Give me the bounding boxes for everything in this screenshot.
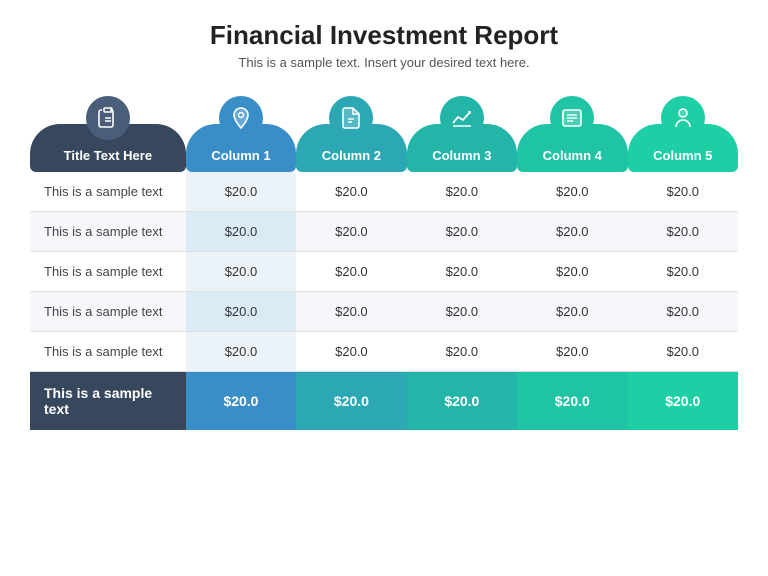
row-value: $20.0 (186, 172, 296, 212)
row-value: $20.0 (186, 212, 296, 252)
row-value: $20.0 (517, 252, 627, 292)
row-value: $20.0 (517, 212, 627, 252)
table-row: This is a sample text$20.0$20.0$20.0$20.… (30, 252, 738, 292)
row-value: $20.0 (296, 252, 406, 292)
row-value: $20.0 (186, 252, 296, 292)
summary-value: $20.0 (628, 372, 739, 431)
table-body: This is a sample text$20.0$20.0$20.0$20.… (30, 172, 738, 430)
row-value: $20.0 (296, 332, 406, 372)
row-value: $20.0 (186, 292, 296, 332)
col5-icon (661, 96, 705, 140)
row-value: $20.0 (628, 332, 739, 372)
summary-value: $20.0 (296, 372, 406, 431)
page-title: Financial Investment Report (210, 20, 558, 51)
row-label: This is a sample text (30, 332, 186, 372)
row-value: $20.0 (296, 212, 406, 252)
row-value: $20.0 (517, 172, 627, 212)
column-3-header: Column 3 (407, 88, 517, 172)
column-1-header: Column 1 (186, 88, 296, 172)
table-row: This is a sample text$20.0$20.0$20.0$20.… (30, 172, 738, 212)
summary-value: $20.0 (186, 372, 296, 431)
row-value: $20.0 (407, 252, 517, 292)
title-column-header: Title Text Here (30, 88, 186, 172)
column-5-header: Column 5 (628, 88, 739, 172)
summary-value: $20.0 (407, 372, 517, 431)
data-table: Title Text Here Column 1 (30, 88, 738, 430)
pin-icon (229, 106, 253, 130)
summary-value: $20.0 (517, 372, 627, 431)
table-row: This is a sample text$20.0$20.0$20.0$20.… (30, 332, 738, 372)
clipboard-icon (96, 106, 120, 130)
row-value: $20.0 (186, 332, 296, 372)
title-column-icon (86, 96, 130, 140)
row-value: $20.0 (628, 212, 739, 252)
row-value: $20.0 (296, 292, 406, 332)
column-4-header: Column 4 (517, 88, 627, 172)
row-value: $20.0 (628, 172, 739, 212)
row-value: $20.0 (517, 292, 627, 332)
list-icon (560, 106, 584, 130)
column-2-header: Column 2 (296, 88, 406, 172)
row-value: $20.0 (517, 332, 627, 372)
row-value: $20.0 (407, 212, 517, 252)
table-wrapper: Title Text Here Column 1 (30, 88, 738, 430)
row-value: $20.0 (407, 292, 517, 332)
col3-icon (440, 96, 484, 140)
table-row: This is a sample text$20.0$20.0$20.0$20.… (30, 212, 738, 252)
chart-icon (450, 106, 474, 130)
row-value: $20.0 (628, 252, 739, 292)
row-value: $20.0 (296, 172, 406, 212)
page-subtitle: This is a sample text. Insert your desir… (238, 55, 529, 70)
col1-icon (219, 96, 263, 140)
file-icon (339, 106, 363, 130)
row-label: This is a sample text (30, 252, 186, 292)
header-row: Title Text Here Column 1 (30, 88, 738, 172)
table-row: This is a sample text$20.0$20.0$20.0$20.… (30, 292, 738, 332)
row-label: This is a sample text (30, 292, 186, 332)
col4-icon (550, 96, 594, 140)
summary-label: This is a sample text (30, 372, 186, 431)
row-label: This is a sample text (30, 172, 186, 212)
row-value: $20.0 (407, 332, 517, 372)
row-value: $20.0 (628, 292, 739, 332)
row-label: This is a sample text (30, 212, 186, 252)
row-value: $20.0 (407, 172, 517, 212)
summary-row: This is a sample text$20.0$20.0$20.0$20.… (30, 372, 738, 431)
person-icon (671, 106, 695, 130)
